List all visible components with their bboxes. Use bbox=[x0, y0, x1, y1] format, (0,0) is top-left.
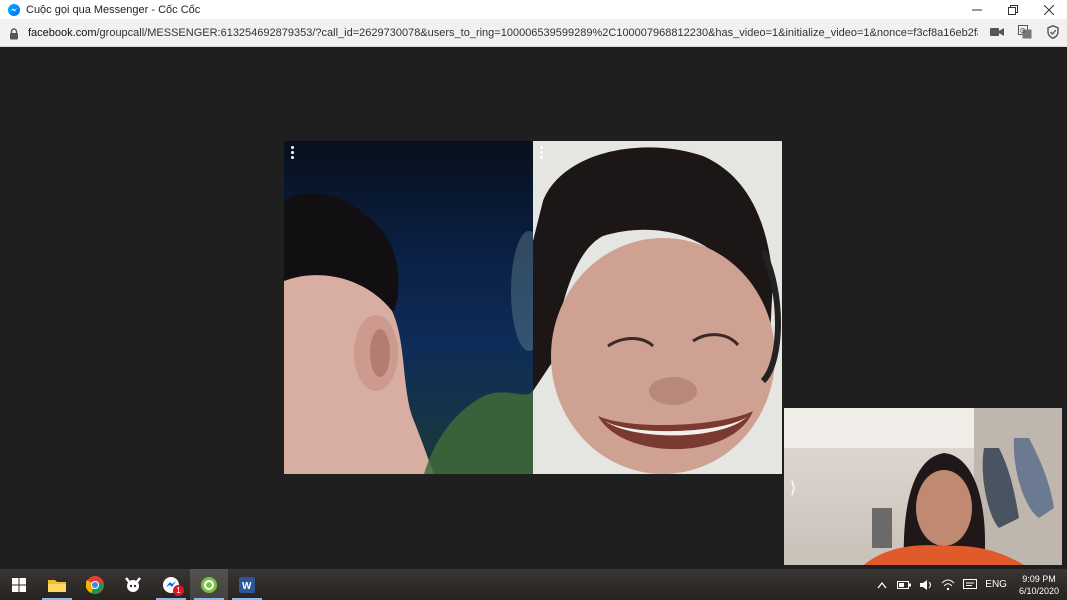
url-host: facebook.com bbox=[28, 26, 97, 39]
participant-video-1[interactable] bbox=[284, 141, 533, 474]
lock-icon[interactable] bbox=[9, 27, 19, 39]
taskbar: 1 W ENG 9:09 PM 6/10/2020 bbox=[0, 569, 1067, 600]
clock-date: 6/10/2020 bbox=[1018, 585, 1059, 596]
volume-icon[interactable] bbox=[919, 578, 933, 592]
messenger-app-icon[interactable]: 1 bbox=[152, 569, 190, 600]
self-view-image bbox=[784, 408, 1062, 565]
camera-icon[interactable] bbox=[989, 23, 1005, 41]
battery-icon[interactable] bbox=[897, 578, 912, 592]
restore-icon[interactable] bbox=[995, 0, 1031, 19]
clock[interactable]: 9:09 PM 6/10/2020 bbox=[1019, 573, 1059, 597]
svg-text:G: G bbox=[1020, 28, 1025, 35]
more-vertical-icon[interactable] bbox=[540, 146, 544, 159]
minimize-icon[interactable] bbox=[959, 0, 995, 19]
window-controls bbox=[959, 0, 1067, 19]
participant-2-image bbox=[533, 141, 782, 474]
translate-icon[interactable]: G bbox=[1017, 23, 1033, 41]
participant-video-2[interactable] bbox=[533, 141, 782, 474]
svg-text:W: W bbox=[242, 581, 252, 592]
notification-center-icon[interactable] bbox=[963, 578, 978, 592]
title-bar: Cuộc gọi qua Messenger - Cốc Cốc bbox=[0, 0, 1067, 19]
address-bar-icons: G bbox=[989, 23, 1061, 41]
input-language[interactable]: ENG bbox=[985, 579, 1007, 590]
word-icon[interactable]: W bbox=[228, 569, 266, 600]
self-view-video[interactable]: ⟩ bbox=[784, 408, 1062, 565]
notification-badge: 1 bbox=[173, 585, 184, 596]
file-explorer-icon[interactable] bbox=[38, 569, 76, 600]
url-field[interactable]: facebook.com/groupcall/MESSENGER:6132546… bbox=[28, 27, 978, 39]
participant-1-image bbox=[284, 193, 533, 474]
window-title: Cuộc gọi qua Messenger - Cốc Cốc bbox=[26, 3, 201, 16]
clock-time: 9:09 PM bbox=[1022, 573, 1056, 584]
system-tray: ENG 9:09 PM 6/10/2020 bbox=[875, 569, 1059, 600]
more-vertical-icon[interactable] bbox=[291, 146, 295, 159]
url-path: /groupcall/MESSENGER:613254692879353/?ca… bbox=[96, 26, 978, 39]
coccoc-active-icon[interactable] bbox=[190, 569, 228, 600]
messenger-icon bbox=[8, 3, 20, 16]
coccoc-icon[interactable] bbox=[114, 569, 152, 600]
address-bar: facebook.com/groupcall/MESSENGER:6132546… bbox=[0, 19, 1067, 47]
chrome-icon[interactable] bbox=[76, 569, 114, 600]
chevron-right-icon[interactable]: ⟩ bbox=[790, 478, 796, 498]
start-icon[interactable] bbox=[0, 569, 38, 600]
wifi-icon[interactable] bbox=[941, 578, 955, 592]
chevron-up-icon[interactable] bbox=[875, 578, 889, 592]
shield-icon[interactable] bbox=[1045, 23, 1061, 41]
close-icon[interactable] bbox=[1031, 0, 1067, 19]
call-stage: ⟩ bbox=[0, 47, 1067, 569]
